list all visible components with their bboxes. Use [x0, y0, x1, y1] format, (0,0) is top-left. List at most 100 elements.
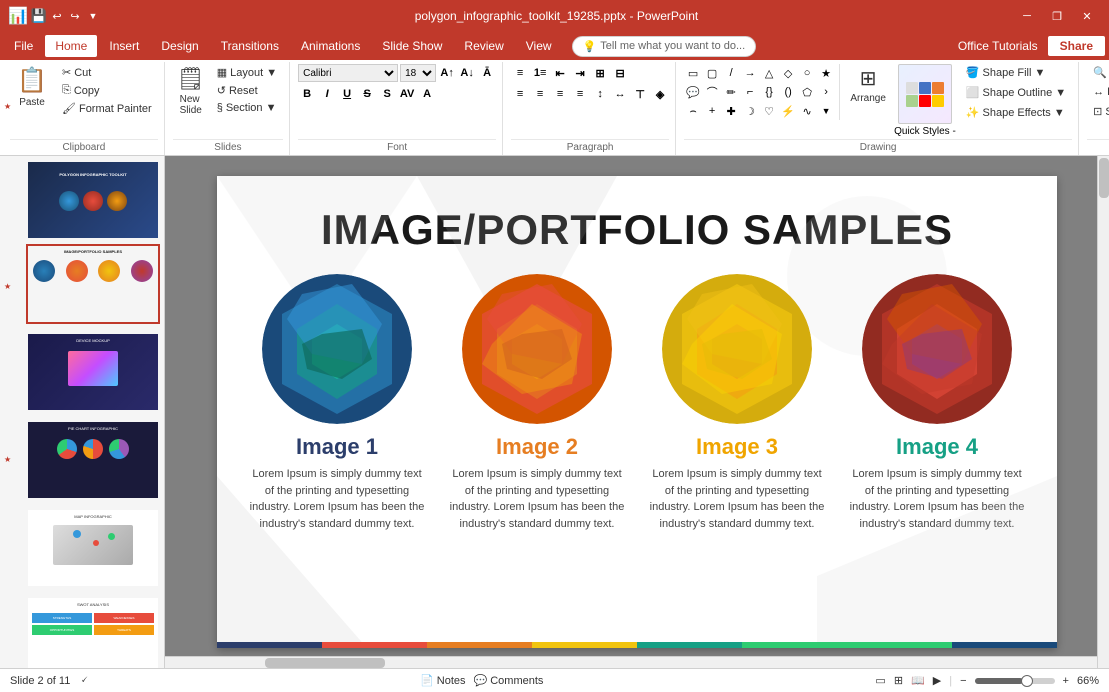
layout-button[interactable]: ▦Layout ▼ [211, 64, 283, 81]
shape-fill-button[interactable]: 🪣Shape Fill ▼ [960, 64, 1072, 81]
moon-btn[interactable]: ☽ [741, 102, 759, 120]
format-painter-button[interactable]: 🖌Format Painter [56, 100, 158, 117]
shape-outline-button[interactable]: ⬜Shape Outline ▼ [960, 84, 1072, 101]
slideshow-view-btn[interactable]: ▶ [933, 674, 941, 687]
slide-thumb-5[interactable]: MAP INFOGRAPHIC [26, 508, 160, 588]
arrange-button[interactable]: ⊞ Arrange [846, 64, 890, 106]
zoom-out-btn[interactable]: − [960, 675, 966, 687]
line-spacing-btn[interactable]: ↕ [591, 85, 609, 103]
rect-shape-btn[interactable]: ▭ [684, 64, 702, 82]
star-shape-btn[interactable]: ★ [817, 64, 835, 82]
menu-slideshow[interactable]: Slide Show [372, 35, 452, 57]
bracket-btn[interactable]: {} [760, 83, 778, 101]
brace-btn[interactable]: () [779, 83, 797, 101]
slide-thumb-1[interactable]: POLYGON INFOGRAPHIC TOOLKIT [26, 160, 160, 240]
share-btn[interactable]: Share [1048, 36, 1105, 56]
menu-view[interactable]: View [516, 35, 562, 57]
undo-btn[interactable]: ↩ [50, 9, 64, 23]
zoom-slider-thumb[interactable] [1021, 675, 1033, 687]
callout-btn[interactable]: 💬 [684, 83, 702, 101]
quick-save-btn[interactable]: 💾 [32, 9, 46, 23]
zoom-in-btn[interactable]: + [1063, 675, 1069, 687]
zoom-level[interactable]: 66% [1077, 675, 1099, 687]
minimize-btn[interactable]: ─ [1013, 5, 1041, 27]
slide-sorter-btn[interactable]: ⊞ [894, 674, 903, 687]
wave-btn[interactable]: ∿ [798, 102, 816, 120]
char-spacing-btn[interactable]: AV [398, 85, 416, 103]
justify-btn[interactable]: ≡ [571, 85, 589, 103]
shadow-btn[interactable]: S [378, 85, 396, 103]
customize-btn[interactable]: ▼ [86, 9, 100, 23]
triangle-btn[interactable]: △ [760, 64, 778, 82]
heart-btn[interactable]: ♡ [760, 102, 778, 120]
replace-button[interactable]: ↔Replace ▼ [1087, 84, 1109, 100]
horizontal-scrollbar[interactable] [165, 656, 1097, 668]
column-btn[interactable]: ⊞ [591, 64, 609, 82]
rounded-rect-btn[interactable]: ▢ [703, 64, 721, 82]
bullets-btn[interactable]: ≡ [511, 64, 529, 82]
text-direction-btn[interactable]: ↔ [611, 85, 629, 103]
redo-btn[interactable]: ↪ [68, 9, 82, 23]
circle-btn[interactable]: ○ [798, 64, 816, 82]
vertical-scrollbar[interactable] [1097, 156, 1109, 668]
office-tutorials-link[interactable]: Office Tutorials [950, 35, 1046, 57]
menu-transitions[interactable]: Transitions [211, 35, 289, 57]
menu-review[interactable]: Review [454, 35, 513, 57]
increase-indent-btn[interactable]: ⇥ [571, 64, 589, 82]
section-button[interactable]: §Section ▼ [211, 100, 283, 116]
clear-format-btn[interactable]: Ā [478, 64, 496, 82]
menu-insert[interactable]: Insert [99, 35, 149, 57]
scroll-thumb-h[interactable] [265, 658, 385, 668]
font-size-select[interactable]: 18 [400, 64, 436, 82]
italic-btn[interactable]: I [318, 85, 336, 103]
bold-btn[interactable]: B [298, 85, 316, 103]
slide-thumb-2[interactable]: IMAGE/PORTFOLIO SAMPLES [26, 244, 160, 324]
arc-btn[interactable]: ⌢ [684, 102, 702, 120]
zoom-slider[interactable] [975, 678, 1055, 684]
align-right-btn[interactable]: ≡ [551, 85, 569, 103]
spell-check-icon[interactable]: 🗸 [80, 674, 88, 687]
connector-btn[interactable]: ⌐ [741, 83, 759, 101]
pentagon-btn[interactable]: ⬠ [798, 83, 816, 101]
menu-home[interactable]: Home [45, 35, 97, 57]
find-button[interactable]: 🔍Find [1087, 64, 1109, 81]
cut-button[interactable]: ✂Cut [56, 64, 158, 81]
font-name-select[interactable]: Calibri [298, 64, 398, 82]
paste-button[interactable]: 📋 Paste [10, 64, 54, 110]
tell-me-bar[interactable]: 💡 Tell me what you want to do... [572, 36, 757, 57]
text-align-btn[interactable]: ⊤ [631, 85, 649, 103]
increase-font-btn[interactable]: A↑ [438, 64, 456, 82]
quick-styles-box[interactable] [898, 64, 952, 124]
cross-btn[interactable]: ✚ [722, 102, 740, 120]
decrease-indent-btn[interactable]: ⇤ [551, 64, 569, 82]
reset-button[interactable]: ↺Reset [211, 82, 283, 99]
curve-btn[interactable]: ⌒ [703, 83, 721, 101]
quick-styles-area[interactable]: Quick Styles - [894, 64, 956, 137]
slide-thumb-4[interactable]: PIE CHART INFOGRAPHIC [26, 420, 160, 500]
normal-view-btn[interactable]: ▭ [875, 674, 885, 687]
align-center-btn[interactable]: ≡ [531, 85, 549, 103]
copy-button[interactable]: ⎘Copy [56, 82, 158, 99]
freeform-btn[interactable]: ✏ [722, 83, 740, 101]
convert-smartart-btn[interactable]: ◈ [651, 85, 669, 103]
underline-btn[interactable]: U [338, 85, 356, 103]
menu-animations[interactable]: Animations [291, 35, 370, 57]
scroll-thumb-v[interactable] [1099, 158, 1109, 198]
more-shapes-btn[interactable]: ▼ [817, 102, 835, 120]
plus-btn[interactable]: + [703, 102, 721, 120]
new-slide-button[interactable]: 🗒 NewSlide [173, 64, 209, 118]
select-button[interactable]: ⊡Select ▼ [1087, 103, 1109, 120]
chevron-shape-btn[interactable]: › [817, 83, 835, 101]
diamond-btn[interactable]: ◇ [779, 64, 797, 82]
smart-art-btn[interactable]: ⊟ [611, 64, 629, 82]
restore-btn[interactable]: ❐ [1043, 5, 1071, 27]
slide-thumb-3[interactable]: DEVICE MOCKUP [26, 332, 160, 412]
notes-btn[interactable]: 📄 Notes [420, 674, 465, 687]
reading-view-btn[interactable]: 📖 [911, 674, 925, 687]
comments-btn[interactable]: 💬 Comments [474, 674, 544, 687]
menu-design[interactable]: Design [151, 35, 208, 57]
bolt-btn[interactable]: ⚡ [779, 102, 797, 120]
slide-thumb-6[interactable]: SWOT ANALYSIS STRENGTHS WEAKNESSES OPPOR… [26, 596, 160, 668]
shape-effects-button[interactable]: ✨Shape Effects ▼ [960, 104, 1072, 121]
line-btn[interactable]: / [722, 64, 740, 82]
